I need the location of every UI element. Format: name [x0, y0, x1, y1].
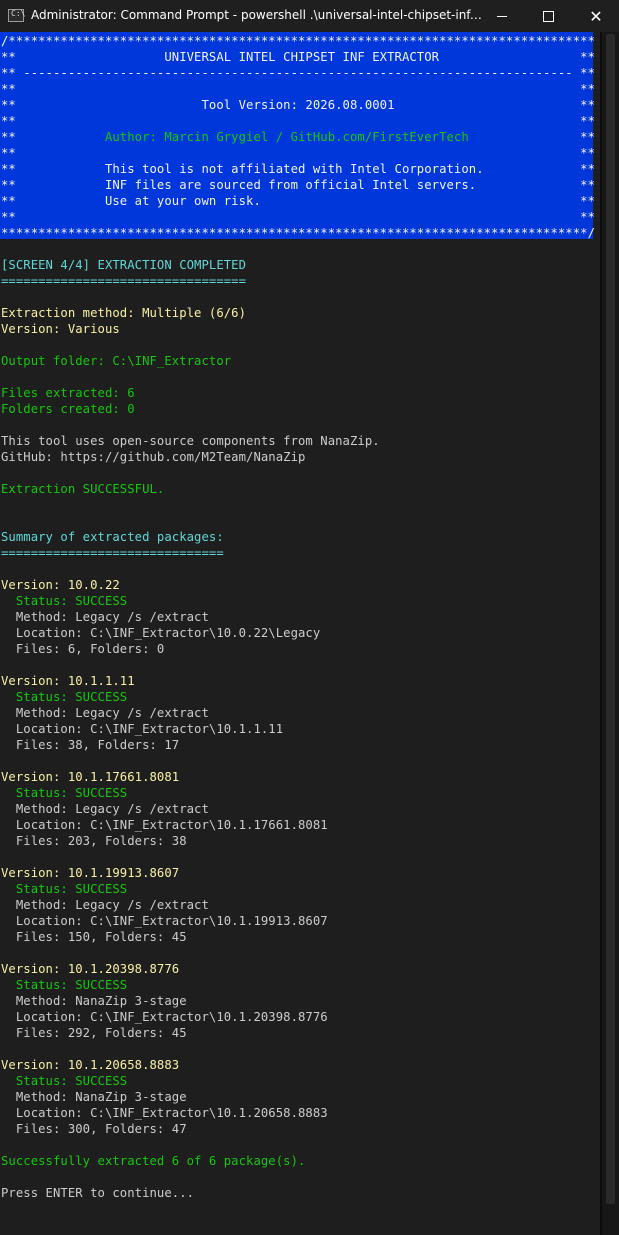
screen-underline: ================================= [1, 274, 247, 288]
final-summary: Successfully extracted 6 of 6 package(s)… [1, 1154, 306, 1168]
package-files: Files: 300, Folders: 47 [1, 1122, 187, 1136]
window-title: Administrator: Command Prompt - powershe… [31, 8, 483, 22]
screen-heading: [SCREEN 4/4] EXTRACTION COMPLETED [1, 258, 247, 272]
package-location: Location: C:\INF_Extractor\10.1.20398.87… [1, 1010, 328, 1024]
package-status: Status: SUCCESS [1, 786, 128, 800]
close-icon: ✕ [589, 6, 603, 26]
banner-line: ** This tool is not affiliated with Inte… [1, 162, 596, 176]
package-files: Files: 150, Folders: 45 [1, 930, 187, 944]
continue-prompt: Press ENTER to continue... [1, 1186, 195, 1200]
package-version: Version: 10.1.1.11 [1, 674, 135, 688]
extraction-method: Extraction method: Multiple (6/6) [1, 306, 247, 320]
minimize-button[interactable] [479, 0, 525, 32]
package-version: Version: 10.1.19913.8607 [1, 866, 180, 880]
package-status: Status: SUCCESS [1, 882, 128, 896]
files-extracted: Files extracted: 6 [1, 386, 135, 400]
package-files: Files: 38, Folders: 17 [1, 738, 180, 752]
package-files: Files: 292, Folders: 45 [1, 1026, 187, 1040]
scrollbar-thumb[interactable] [606, 34, 615, 1204]
banner-line: ** INF files are sourced from official I… [1, 178, 596, 192]
summary-heading: Summary of extracted packages: [1, 530, 224, 544]
package-version: Version: 10.1.20398.8776 [1, 962, 180, 976]
package-location: Location: C:\INF_Extractor\10.0.22\Legac… [1, 626, 321, 640]
package-location: Location: C:\INF_Extractor\10.1.17661.80… [1, 818, 328, 832]
banner-line: ** UNIVERSAL INTEL CHIPSET INF EXTRACTOR… [1, 50, 596, 64]
minimize-icon [497, 15, 507, 17]
package-method: Method: Legacy /s /extract [1, 802, 209, 816]
package-method: Method: Legacy /s /extract [1, 706, 209, 720]
maximize-icon [542, 10, 554, 22]
package-method: Method: Legacy /s /extract [1, 610, 209, 624]
package-version: Version: 10.0.22 [1, 578, 120, 592]
folders-created: Folders created: 0 [1, 402, 135, 416]
banner-line: /***************************************… [1, 34, 596, 48]
cmd-icon: C:\ [8, 9, 25, 22]
version-line: Version: Various [1, 322, 120, 336]
summary-underline: ============================== [1, 546, 224, 560]
title-bar[interactable]: C:\ Administrator: Command Prompt - powe… [0, 0, 619, 32]
banner-line: ** -------------------------------------… [1, 66, 596, 80]
opensource-note: This tool uses open-source components fr… [1, 434, 380, 448]
package-status: Status: SUCCESS [1, 978, 128, 992]
package-method: Method: NanaZip 3-stage [1, 1090, 187, 1104]
banner-line: ** Use at your own risk. ** [1, 194, 596, 208]
extraction-result: Extraction SUCCESSFUL. [1, 482, 165, 496]
package-method: Method: NanaZip 3-stage [1, 994, 187, 1008]
package-method: Method: Legacy /s /extract [1, 898, 209, 912]
banner-line: ****************************************… [1, 226, 596, 240]
banner-line: ** ** [1, 210, 596, 224]
package-version: Version: 10.1.20658.8883 [1, 1058, 180, 1072]
package-location: Location: C:\INF_Extractor\10.1.20658.88… [1, 1106, 328, 1120]
banner-line: ** ** [1, 82, 596, 96]
github-line: GitHub: https://github.com/M2Team/NanaZi… [1, 450, 306, 464]
banner-line: ** ** [1, 146, 596, 160]
maximize-button[interactable] [525, 0, 571, 32]
console-output[interactable]: /***************************************… [0, 32, 600, 1235]
banner-line: ** ** [1, 114, 596, 128]
package-location: Location: C:\INF_Extractor\10.1.19913.86… [1, 914, 328, 928]
package-files: Files: 203, Folders: 38 [1, 834, 187, 848]
package-files: Files: 6, Folders: 0 [1, 642, 165, 656]
banner-author: Author: Marcin Grygiel / GitHub.com/Firs… [104, 130, 469, 144]
package-status: Status: SUCCESS [1, 594, 128, 608]
package-status: Status: SUCCESS [1, 690, 128, 704]
banner-line: ** Tool Version: 2026.08.0001 ** [1, 98, 596, 112]
package-version: Version: 10.1.17661.8081 [1, 770, 180, 784]
close-button[interactable]: ✕ [573, 0, 619, 32]
package-status: Status: SUCCESS [1, 1074, 128, 1088]
output-folder: Output folder: C:\INF_Extractor [1, 354, 232, 368]
banner-line-author: ** Author: Marcin Grygiel / GitHub.com/F… [1, 130, 596, 144]
vertical-scrollbar[interactable] [602, 32, 619, 1235]
package-location: Location: C:\INF_Extractor\10.1.1.11 [1, 722, 284, 736]
